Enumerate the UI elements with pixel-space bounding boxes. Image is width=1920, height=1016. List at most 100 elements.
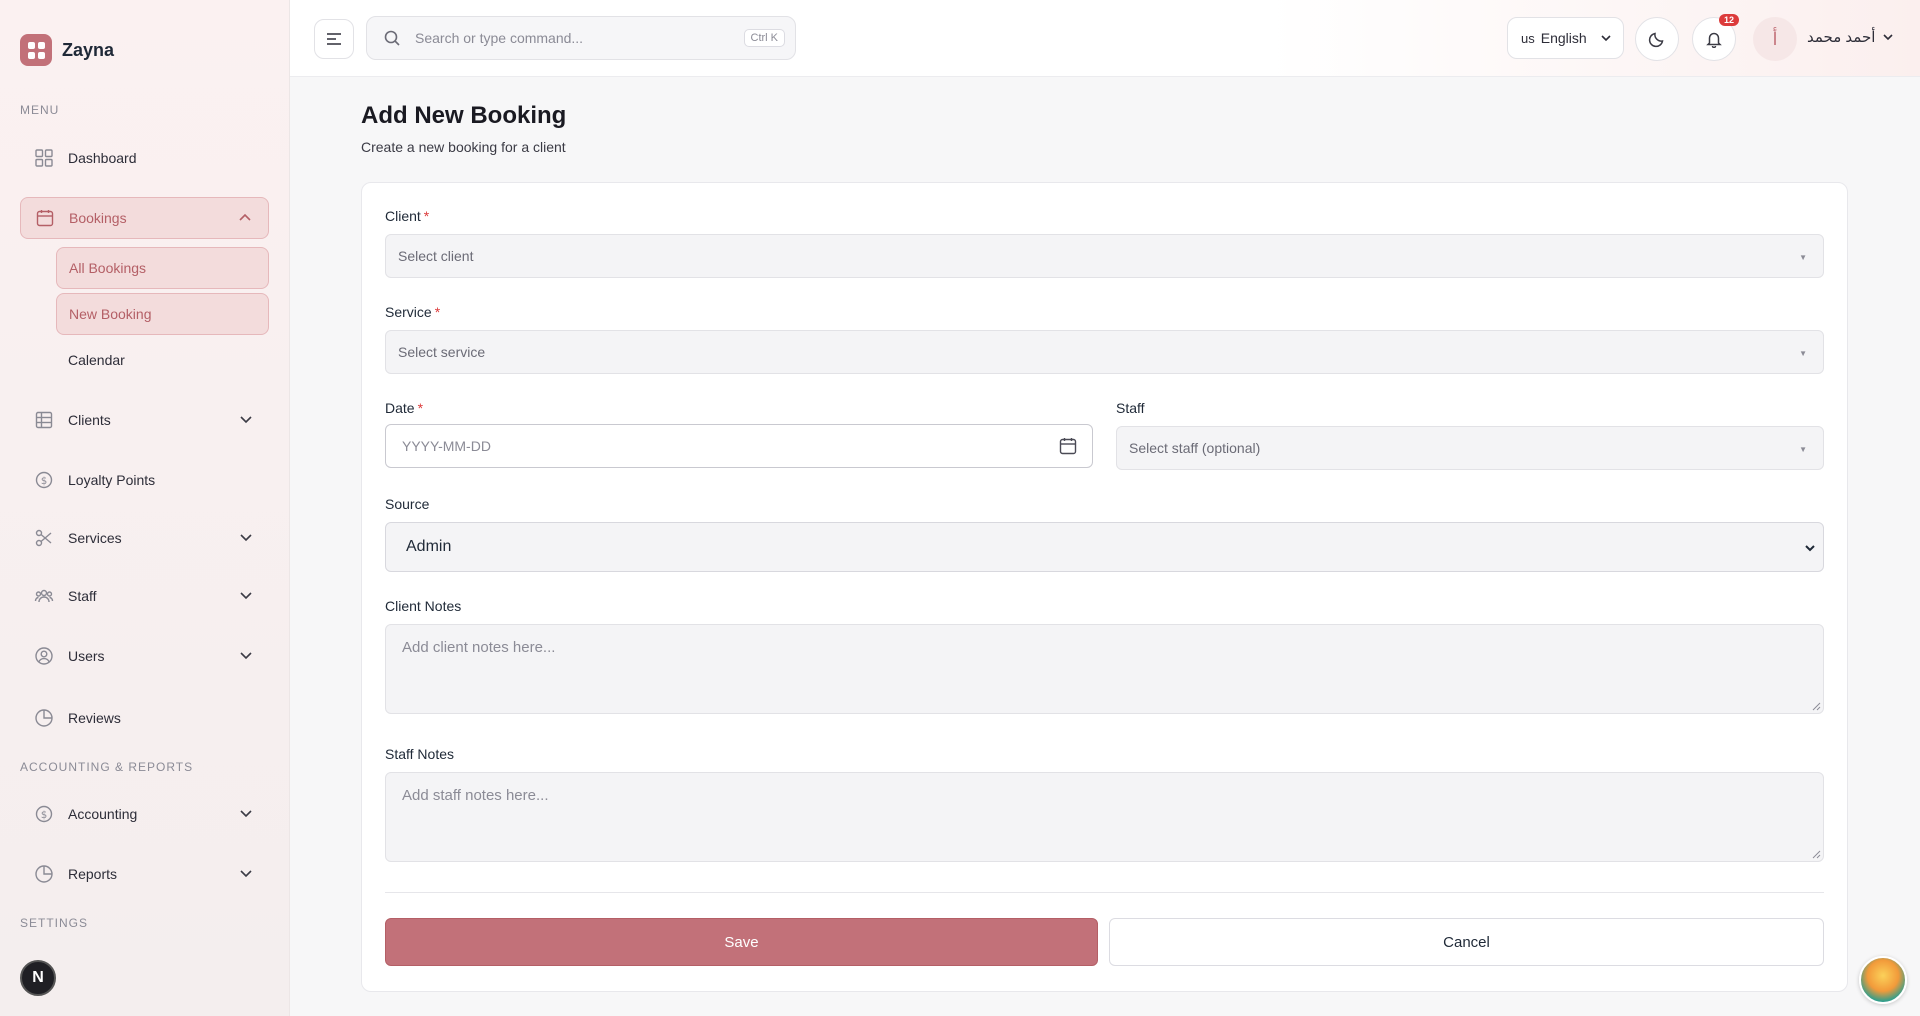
sidebar-item-loyalty[interactable]: $ Loyalty Points [20,459,269,501]
required-mark: * [423,208,430,224]
service-label-text: Service [385,304,432,320]
chevron-down-icon [1601,35,1611,42]
pie-chart-icon [34,708,54,728]
brand-name: Zayna [62,39,115,60]
sidebar-item-label: Bookings [69,210,127,226]
svg-text:$: $ [41,476,47,487]
staff-label: Staff [1116,400,1145,416]
date-input[interactable]: YYYY-MM-DD [385,424,1093,468]
table-icon [34,410,54,430]
user-circle-icon [34,646,54,666]
language-code: us [1521,30,1535,46]
language-selector[interactable]: us English [1507,17,1624,59]
staff-select[interactable]: Select staff (optional) ▼ [1116,426,1824,470]
client-notes-label: Client Notes [385,598,462,614]
caret-down-icon: ▼ [1799,349,1807,358]
scissors-icon [34,528,54,548]
source-select[interactable]: Admin [385,522,1824,572]
accounting-section-label: ACCOUNTING & REPORTS [20,760,194,774]
client-select-placeholder: Select client [398,248,474,264]
staff-notes-label: Staff Notes [385,746,455,762]
user-name: أحمد محمد [1807,29,1876,46]
dollar-circle-icon: $ [34,470,54,490]
sidebar-subitem-calendar[interactable]: Calendar [56,339,269,381]
brand[interactable]: Zayna [20,34,114,66]
menu-section-label: MENU [20,103,60,117]
top-header: Search or type command... Ctrl K us Engl… [290,0,1920,77]
sidebar-item-label: Reports [68,866,118,882]
sidebar-item-accounting[interactable]: $ Accounting [20,793,269,835]
sidebar-item-services[interactable]: Services [20,517,269,559]
dashboard-icon [34,148,54,168]
theme-toggle-button[interactable] [1635,17,1679,61]
chevron-down-icon [240,870,252,878]
chevron-down-icon [240,416,252,424]
sidebar-subitem-label: New Booking [69,306,152,322]
source-select-value: Admin [406,538,452,555]
chevron-down-icon [240,810,252,818]
required-mark: * [417,400,424,416]
calendar-icon [35,208,55,228]
search-input[interactable]: Search or type command... Ctrl K [366,16,796,60]
date-label: Date * [385,400,423,416]
sidebar-subitem-new-booking[interactable]: New Booking [56,293,269,335]
sidebar-item-label: Reviews [68,710,121,726]
search-shortcut: Ctrl K [743,29,785,47]
resize-grip-icon[interactable] [1811,701,1821,711]
caret-down-icon: ▼ [1799,253,1807,262]
service-label: Service * [385,304,440,320]
resize-grip-icon[interactable] [1811,849,1821,859]
sidebar-item-label: Staff [68,588,97,604]
sidebar-item-label: Dashboard [68,150,137,166]
sidebar-item-label: Services [68,530,122,546]
staff-notes-textarea[interactable]: Add staff notes here... [385,772,1824,862]
svg-text:$: $ [41,810,47,821]
booking-form-card [361,182,1848,992]
sidebar-item-clients[interactable]: Clients [20,399,269,441]
chevron-up-icon [239,213,251,221]
sidebar-item-staff[interactable]: Staff [20,575,269,617]
sidebar-subitem-label: All Bookings [69,260,147,276]
cancel-button[interactable]: Cancel [1109,918,1824,966]
sidebar-item-label: Clients [68,412,111,428]
n-badge[interactable]: N [20,960,56,996]
notification-count-badge: 12 [1718,14,1739,26]
client-select[interactable]: Select client ▼ [385,234,1824,278]
avatar[interactable]: أ [1753,17,1797,61]
form-divider [385,892,1824,893]
sidebar-item-dashboard[interactable]: Dashboard [20,137,269,179]
staff-notes-placeholder: Add staff notes here... [402,787,549,804]
user-menu[interactable]: أحمد محمد [1807,28,1895,46]
moon-icon [1648,32,1664,48]
page-title: Add New Booking [361,102,567,129]
required-mark: * [434,304,441,320]
sidebar-item-reviews[interactable]: Reviews [20,697,269,739]
chevron-down-icon [240,592,252,600]
client-notes-textarea[interactable]: Add client notes here... [385,624,1824,714]
date-label-text: Date [385,400,415,416]
client-label: Client * [385,208,429,224]
dollar-circle-icon: $ [34,804,54,824]
caret-down-icon: ▼ [1799,445,1807,454]
source-label: Source [385,496,430,512]
save-button[interactable]: Save [385,918,1098,966]
search-icon [384,30,400,46]
settings-section-label: SETTINGS [20,916,89,930]
service-select[interactable]: Select service ▼ [385,330,1824,374]
floating-assistant-avatar[interactable] [1859,956,1907,1004]
sidebar-item-label: Accounting [68,806,138,822]
notifications-button[interactable]: 12 [1692,14,1739,61]
sidebar-item-users[interactable]: Users [20,635,269,677]
brand-logo-icon [20,34,52,66]
calendar-icon[interactable] [1058,436,1078,456]
client-label-text: Client [385,208,421,224]
chevron-down-icon [1805,545,1815,552]
users-group-icon [34,586,54,606]
sidebar-subitem-all-bookings[interactable]: All Bookings [56,247,269,289]
bell-icon [1706,32,1722,48]
menu-toggle-button[interactable] [314,19,354,59]
sidebar: Zayna MENU Dashboard Bookings All Bookin… [0,0,290,1016]
sidebar-item-bookings[interactable]: Bookings [20,197,269,239]
chevron-down-icon [240,534,252,542]
sidebar-item-reports[interactable]: Reports [20,853,269,895]
